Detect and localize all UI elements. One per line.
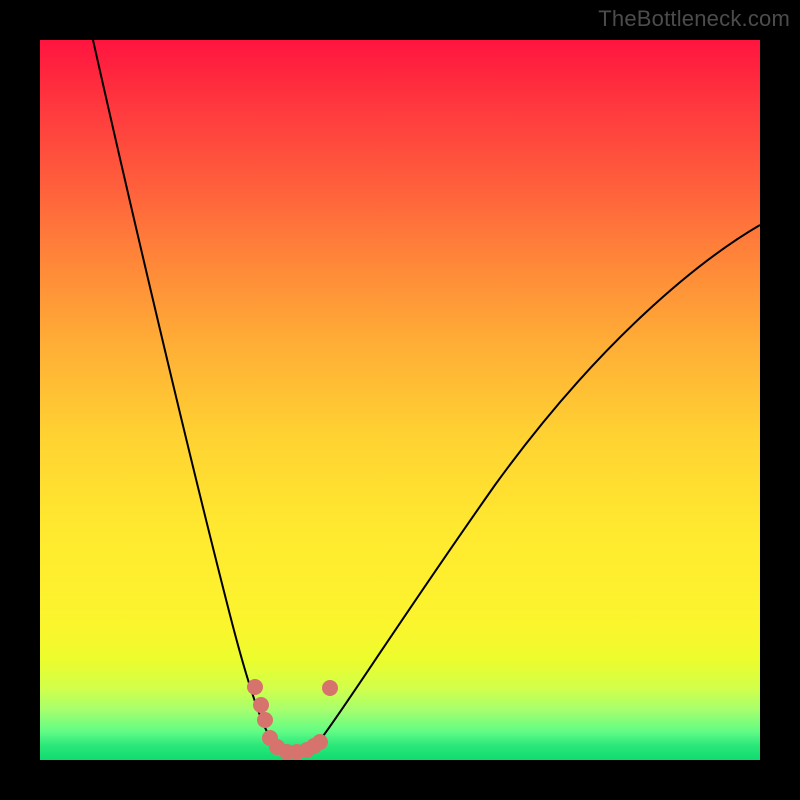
chart-canvas: TheBottleneck.com xyxy=(0,0,800,800)
dot xyxy=(253,697,269,713)
plot-area xyxy=(40,40,760,760)
curve-right-branch xyxy=(320,225,760,740)
curve-layer xyxy=(40,40,760,760)
curve-left-branch xyxy=(93,40,272,740)
watermark-text: TheBottleneck.com xyxy=(598,6,790,32)
dot xyxy=(322,680,338,696)
dot xyxy=(247,679,263,695)
dot-cluster xyxy=(247,679,338,760)
dot xyxy=(312,734,328,750)
dot xyxy=(257,712,273,728)
